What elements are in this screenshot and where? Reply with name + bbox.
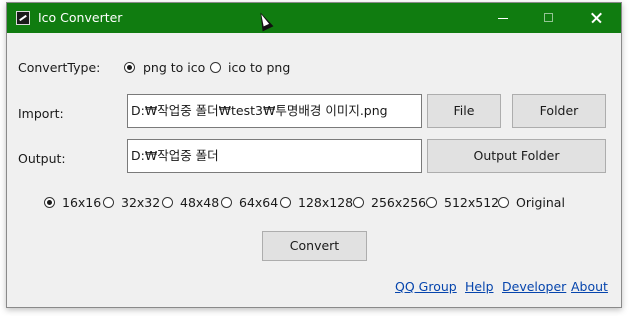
app-icon [16,11,30,25]
about-link[interactable]: About [571,279,608,294]
minimize-icon[interactable] [480,3,526,33]
size-label-48[interactable]: 48x48 [180,195,219,210]
window-title: Ico Converter [38,10,123,25]
output-label: Output: [18,151,66,166]
size-label-16[interactable]: 16x16 [62,195,101,210]
size-label-64[interactable]: 64x64 [239,195,278,210]
close-icon[interactable] [573,3,619,33]
output-folder-button[interactable]: Output Folder [427,139,606,173]
app-window: Ico Converter ConvertType: png to ico ic… [6,2,622,308]
qq-group-link[interactable]: QQ Group [395,279,457,294]
size-label-256[interactable]: 256x256 [371,195,426,210]
file-button[interactable]: File [427,94,501,128]
size-radio-64[interactable] [221,197,232,208]
import-path-input[interactable]: D:₩작업중 폴더₩test3₩투명배경 이미지.png [127,94,422,128]
help-link[interactable]: Help [465,279,494,294]
size-radio-16[interactable] [44,197,55,208]
size-radio-512[interactable] [426,197,437,208]
convert-type-label: ConvertType: [18,60,101,75]
radio-png-to-ico[interactable] [124,62,135,73]
size-label-512[interactable]: 512x512 [444,195,499,210]
output-path-input[interactable]: D:₩작업중 폴더 [127,139,422,173]
size-label-32[interactable]: 32x32 [121,195,160,210]
size-radio-32[interactable] [103,197,114,208]
size-radio-256[interactable] [353,197,364,208]
radio-ico-to-png[interactable] [210,62,221,73]
folder-button[interactable]: Folder [512,94,606,128]
title-bar[interactable]: Ico Converter [7,3,621,33]
convert-button[interactable]: Convert [262,231,367,261]
maximize-icon[interactable] [526,3,572,33]
radio-png-to-ico-label[interactable]: png to ico [143,60,205,75]
developer-link[interactable]: Developer [502,279,566,294]
size-radio-48[interactable] [162,197,173,208]
size-label-128[interactable]: 128x128 [298,195,353,210]
radio-ico-to-png-label[interactable]: ico to png [228,60,290,75]
size-radio-original[interactable] [498,197,509,208]
import-label: Import: [18,106,64,121]
size-radio-128[interactable] [280,197,291,208]
size-label-original[interactable]: Original [516,195,565,210]
